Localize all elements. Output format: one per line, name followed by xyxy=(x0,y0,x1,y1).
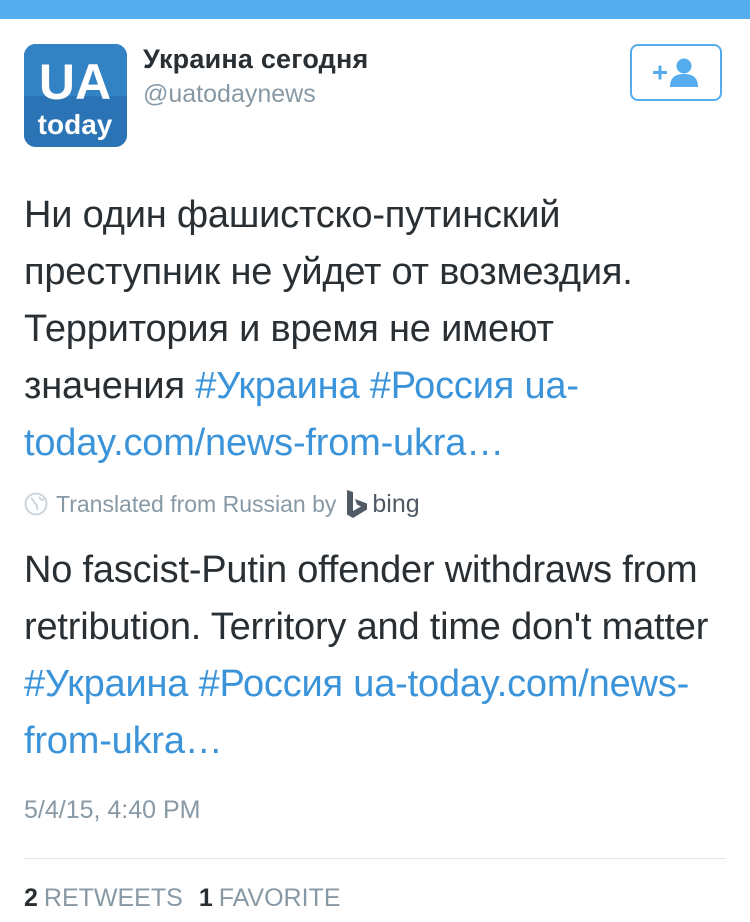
timestamp: 5/4/15, 4:40 PM xyxy=(24,796,201,824)
tweet-text: Ни один фашистско-путинский преступник н… xyxy=(24,187,724,472)
hashtag-link[interactable]: #Украина xyxy=(195,365,359,407)
bing-label[interactable]: bing xyxy=(372,490,419,519)
follow-button[interactable] xyxy=(630,44,722,101)
retweets-stat[interactable]: 2 RETWEETS xyxy=(24,884,183,913)
avatar-text-ua: UA xyxy=(39,54,111,110)
translation-label: Translated from Russian by xyxy=(56,490,337,517)
divider xyxy=(24,858,726,859)
hashtag-link[interactable]: #Россия xyxy=(370,365,515,407)
ua-today-logo: UA today xyxy=(24,44,127,147)
favorites-count: 1 xyxy=(198,884,213,912)
hashtag-link[interactable]: #Украина xyxy=(24,663,188,705)
avatar[interactable]: UA today xyxy=(24,44,127,147)
translated-body: No fascist-Putin offender withdraws from… xyxy=(24,549,709,648)
bing-logo-icon[interactable] xyxy=(346,489,368,519)
favorites-label: FAVORITE xyxy=(218,884,341,912)
favorites-stat[interactable]: 1 FAVORITE xyxy=(199,884,341,913)
hashtag-link[interactable]: #Россия xyxy=(199,663,344,705)
globe-icon xyxy=(24,492,48,516)
top-bar xyxy=(0,0,750,19)
display-name[interactable]: Украина сегодня xyxy=(143,44,368,75)
avatar-text-today: today xyxy=(38,109,113,140)
retweets-count: 2 xyxy=(24,884,38,912)
translation-attribution: Translated from Russian by bing xyxy=(24,487,420,521)
add-user-icon xyxy=(653,58,698,87)
translated-text: No fascist-Putin offender withdraws from… xyxy=(24,542,724,770)
tweet-stats: 2 RETWEETS 1 FAVORITE xyxy=(24,884,357,913)
retweets-label: RETWEETS xyxy=(43,884,183,912)
user-handle[interactable]: @uatodaynews xyxy=(143,80,316,109)
